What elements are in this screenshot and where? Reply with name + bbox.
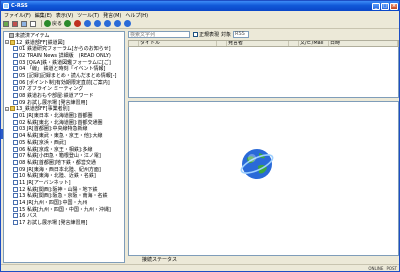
back-button[interactable]: 戻る: [44, 20, 62, 27]
pane-toggle[interactable]: [1, 129, 3, 139]
column-date[interactable]: 日時: [329, 41, 398, 46]
connect-icon: [3, 20, 9, 27]
reload-icon: [84, 20, 92, 27]
feed-tree[interactable]: 未読済アイテム -12_鉄道部FF[鉄道図] 01 鉄道研究フォーラム[からのお知ら…: [3, 31, 125, 263]
menu-edit[interactable]: 編集(E): [35, 12, 52, 19]
back-label: 戻る: [52, 21, 63, 27]
feed-icon: [13, 126, 18, 132]
menu-view[interactable]: 表示(V): [56, 12, 73, 19]
main-pane: 正規表現 対象 RSS タイトル 発言者 文/ビ/Mail 日時 接続ス: [128, 30, 399, 263]
menu-tools[interactable]: ツール(T): [77, 12, 99, 19]
regex-label: 正規表現: [199, 32, 220, 38]
new-message-icon: [30, 20, 36, 27]
minimize-button[interactable]: _: [372, 2, 380, 10]
refresh-button[interactable]: [21, 20, 28, 27]
feed-icon: [13, 146, 18, 152]
column-type[interactable]: [289, 41, 299, 46]
feed-icon: [13, 200, 18, 206]
feed-icon: [13, 206, 18, 212]
feed-icon: [13, 99, 18, 105]
close-button[interactable]: ×: [390, 2, 398, 10]
message-list-header: タイトル 発言者 文/ビ/Mail 日時: [128, 40, 399, 47]
search-input[interactable]: [128, 31, 190, 38]
feed-icon: [13, 173, 18, 179]
feed-icon: [13, 119, 18, 125]
forward-button[interactable]: [64, 20, 72, 27]
column-author[interactable]: 発言者: [227, 41, 289, 46]
feed-icon: [13, 59, 18, 65]
app-window: C-RSS _ □ × ファイル(F) 編集(E) 表示(V) ツール(T) 発…: [0, 0, 400, 272]
title-bar[interactable]: C-RSS _ □ ×: [1, 1, 399, 11]
message-list[interactable]: [128, 47, 399, 98]
feed-icon: [13, 179, 18, 185]
feed-icon: [13, 159, 18, 165]
nav-button-2[interactable]: [114, 20, 122, 27]
stop-button[interactable]: [74, 20, 82, 27]
scope-label: 対象: [221, 32, 232, 38]
feed-icon: [13, 52, 18, 58]
toolbar-separator: [41, 20, 42, 27]
feed-icon: [13, 133, 18, 139]
tree-feed[interactable]: 17 お試し展示場 [発言練習用]: [4, 219, 124, 226]
menu-message[interactable]: 発言(M): [103, 12, 121, 19]
nav-button-3[interactable]: [124, 20, 132, 27]
nav-icon-1: [104, 20, 112, 27]
feed-icon: [13, 66, 18, 72]
feed-icon: [13, 113, 18, 119]
column-flag[interactable]: [217, 41, 227, 46]
target-field[interactable]: RSS: [233, 31, 250, 38]
home-icon: [94, 20, 102, 27]
menu-file[interactable]: ファイル(F): [4, 12, 31, 19]
status-post: POST: [386, 266, 397, 271]
feed-icon: [13, 166, 18, 172]
feed-icon: [13, 86, 18, 92]
feed-icon: [13, 139, 18, 145]
disconnect-button[interactable]: [12, 20, 19, 27]
menu-help[interactable]: ヘルプ(H): [125, 12, 148, 19]
new-message-button[interactable]: [30, 20, 37, 27]
feed-icon: [13, 93, 18, 99]
home-button[interactable]: [94, 20, 102, 27]
collapse-icon[interactable]: -: [5, 106, 9, 111]
regex-checkbox[interactable]: [193, 32, 198, 37]
feed-icon: [13, 153, 18, 159]
feed-icon: [13, 213, 18, 219]
status-online: ONLINE: [368, 266, 384, 271]
feed-icon: [13, 193, 18, 199]
menu-bar: ファイル(F) 編集(E) 表示(V) ツール(T) 発言(M) ヘルプ(H): [1, 11, 399, 19]
tree-label: 17 お試し展示場 [発言練習用]: [19, 220, 88, 227]
nav-button-1[interactable]: [104, 20, 112, 27]
stop-icon: [74, 20, 82, 27]
disconnect-icon: [12, 20, 18, 27]
app-icon: [3, 3, 9, 9]
reload-button[interactable]: [84, 20, 92, 27]
unread-icon: [9, 32, 14, 38]
feed-icon: [13, 186, 18, 192]
status-bar: ONLINE POST: [1, 264, 399, 271]
back-arrow-icon: [44, 20, 51, 27]
nav-icon-3: [124, 20, 132, 27]
column-kind[interactable]: 文/ビ/Mail: [299, 41, 329, 46]
refresh-icon: [21, 20, 27, 27]
toolbar: 戻る: [1, 19, 399, 29]
connect-button[interactable]: [3, 20, 10, 27]
column-title[interactable]: タイトル: [139, 41, 217, 46]
globe-icon: [240, 149, 274, 179]
search-bar: 正規表現 対象 RSS: [128, 30, 399, 39]
feed-icon: [13, 220, 18, 226]
feed-icon: [13, 46, 18, 52]
nav-icon-2: [114, 20, 122, 27]
collapse-icon[interactable]: -: [5, 40, 9, 45]
feed-icon: [13, 79, 18, 85]
forward-arrow-icon: [64, 20, 72, 27]
preview-status: 接続ステータス: [142, 257, 178, 263]
column-icon[interactable]: [129, 41, 139, 46]
preview-pane[interactable]: [128, 101, 399, 256]
folder-icon: [10, 106, 15, 112]
window-title: C-RSS: [11, 3, 28, 9]
feed-icon: [13, 72, 18, 78]
maximize-button[interactable]: □: [381, 2, 389, 10]
folder-icon: [10, 39, 15, 45]
